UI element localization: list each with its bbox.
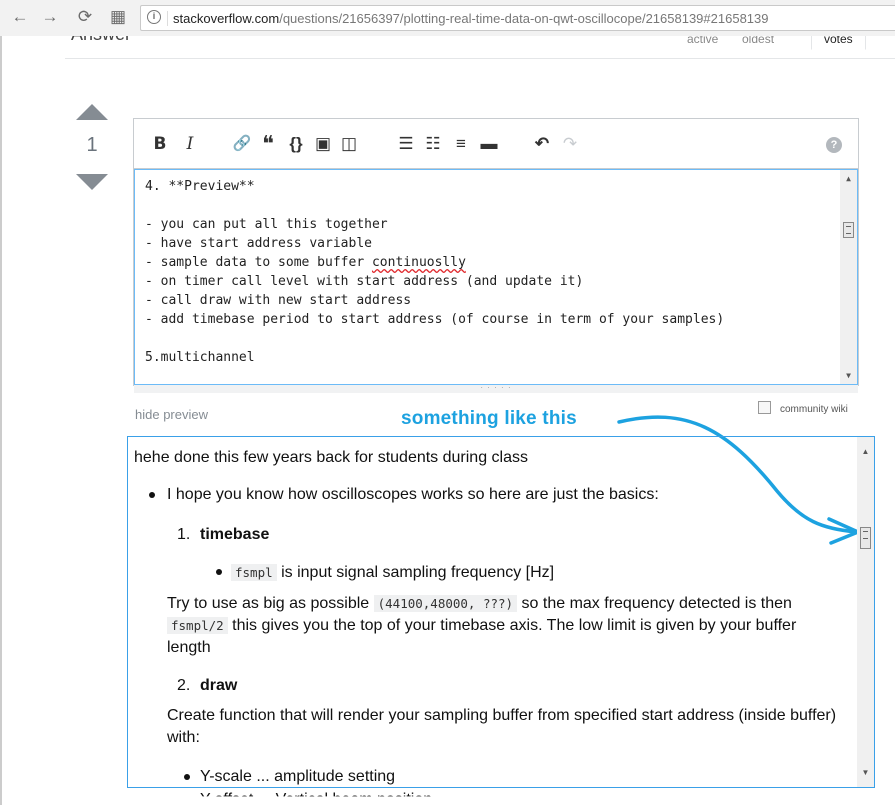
url-host: stackoverflow.com (173, 11, 280, 26)
address-separator (167, 11, 168, 26)
heading-button[interactable]: ≡ (451, 133, 471, 155)
inline-code: fsmpl (231, 564, 277, 581)
scroll-down-icon[interactable]: ▼ (857, 764, 874, 781)
editor-line: - add timebase period to start address (… (145, 312, 725, 327)
page: Answer active oldest votes 1 B I 🔗 ❝ {} … (2, 36, 895, 805)
preview-text: Try to use as big as possible (167, 595, 370, 612)
help-icon[interactable]: ? (826, 137, 842, 153)
preview-bullet-1: I hope you know how oscilloscopes works … (167, 486, 659, 503)
answer-editor: B I 🔗 ❝ {} ▣ ◫ ☰ ☷ ≡ ▬ ↶ ↷ ? 4. **Previe… (133, 118, 859, 393)
preview-text: so the max frequency detected is then (521, 595, 792, 612)
heading-timebase: timebase (200, 526, 270, 543)
snippet-button[interactable]: ◫ (339, 133, 359, 155)
hide-preview-link[interactable]: hide preview (135, 407, 208, 422)
tab-votes[interactable]: votes (811, 36, 866, 50)
heading-draw: draw (200, 677, 238, 694)
answers-header: Answer active oldest votes (65, 36, 895, 59)
bold-button[interactable]: B (150, 133, 170, 155)
tab-active[interactable]: active (687, 36, 718, 46)
preview-try-line-2: fsmpl/2 this gives you the top of your t… (167, 615, 796, 637)
preview-fsmpl-line: fsmpl is input signal sampling frequency… (231, 562, 554, 584)
link-button[interactable]: 🔗 (232, 133, 252, 155)
image-button[interactable]: ▣ (313, 133, 333, 155)
redo-button[interactable]: ↷ (560, 133, 580, 155)
tab-oldest[interactable]: oldest (742, 36, 774, 46)
misspelled-word[interactable]: continuoslly (372, 255, 466, 270)
undo-button[interactable]: ↶ (532, 133, 552, 155)
site-info-icon[interactable]: i (147, 10, 161, 24)
bullet-dot (216, 569, 222, 575)
browser-toolbar: ← → ⟳ ▦ i stackoverflow.com/questions/21… (0, 0, 895, 37)
editor-line: - call draw with new start address (145, 293, 412, 308)
url-path: /questions/21656397/plotting-real-time-d… (279, 11, 769, 26)
italic-button[interactable]: I (180, 133, 200, 155)
scroll-up-icon[interactable]: ▲ (857, 443, 874, 460)
bulleted-list-button[interactable]: ☷ (423, 133, 443, 155)
preview-try-line-1: Try to use as big as possible (44100,480… (167, 593, 792, 615)
preview-text: this gives you the top of your timebase … (232, 617, 797, 634)
preview-intro: hehe done this few years back for studen… (134, 449, 528, 466)
list-number: 2. (177, 677, 191, 694)
preview-try-line-3: length (167, 639, 211, 656)
code-button[interactable]: {} (286, 133, 306, 155)
bullet-dot (184, 774, 190, 780)
editor-line: - you can put all this together (145, 217, 388, 232)
annotation-label: something like this (401, 408, 577, 429)
editor-scrollbar[interactable]: ▲ ▼ (840, 170, 857, 384)
forward-icon[interactable]: → (38, 5, 62, 29)
horizontal-rule-button[interactable]: ▬ (479, 133, 499, 155)
editor-line: - sample data to some buffer continuosll… (145, 255, 466, 270)
scroll-up-icon[interactable]: ▲ (840, 170, 857, 187)
list-number: 1. (177, 526, 191, 543)
reload-icon[interactable]: ⟳ (73, 5, 97, 29)
markdown-textarea[interactable]: 4. **Preview** - you can put all this to… (134, 169, 858, 385)
preview-cut-line: Y-offset ... Vertical beam position (200, 791, 433, 805)
scroll-thumb[interactable] (843, 222, 854, 238)
preview-scrollbar[interactable]: ▲ ▼ (857, 437, 874, 787)
apps-icon[interactable]: ▦ (106, 5, 130, 29)
editor-line: 4. **Preview** (145, 179, 255, 194)
answer-preview: hehe done this few years back for studen… (127, 436, 875, 788)
blockquote-button[interactable]: ❝ (258, 133, 278, 155)
editor-toolbar: B I 🔗 ❝ {} ▣ ◫ ☰ ☷ ≡ ▬ ↶ ↷ ? (134, 119, 858, 169)
answers-title: Answer (71, 36, 131, 45)
preview-text: is input signal sampling frequency [Hz] (281, 564, 555, 581)
inline-code: (44100,48000, ???) (373, 595, 518, 612)
back-icon[interactable]: ← (8, 5, 32, 29)
editor-line: - have start address variable (145, 236, 372, 251)
preview-draw-line-2: with: (167, 729, 200, 746)
ordered-list-button[interactable]: ☰ (396, 133, 416, 155)
address-bar[interactable]: i stackoverflow.com/questions/21656397/p… (140, 5, 895, 31)
scroll-thumb[interactable] (860, 527, 871, 549)
vote-count: 1 (86, 134, 98, 156)
bullet-dot (149, 492, 155, 498)
inline-code: fsmpl/2 (167, 617, 228, 634)
url-text[interactable]: stackoverflow.com/questions/21656397/plo… (173, 11, 769, 26)
editor-line: - on timer call level with start address… (145, 274, 584, 289)
scroll-down-icon[interactable]: ▼ (840, 367, 857, 384)
preview-yscale: Y-scale ... amplitude setting (200, 768, 396, 785)
preview-draw-line-1: Create function that will render your sa… (167, 707, 837, 724)
editor-line-text: - sample data to some buffer (145, 255, 372, 270)
vote-up-icon[interactable] (76, 104, 108, 120)
editor-line: 5.multichannel (145, 350, 255, 365)
vote-down-icon[interactable] (76, 174, 108, 190)
resize-grip[interactable]: · · · · · (134, 384, 858, 393)
